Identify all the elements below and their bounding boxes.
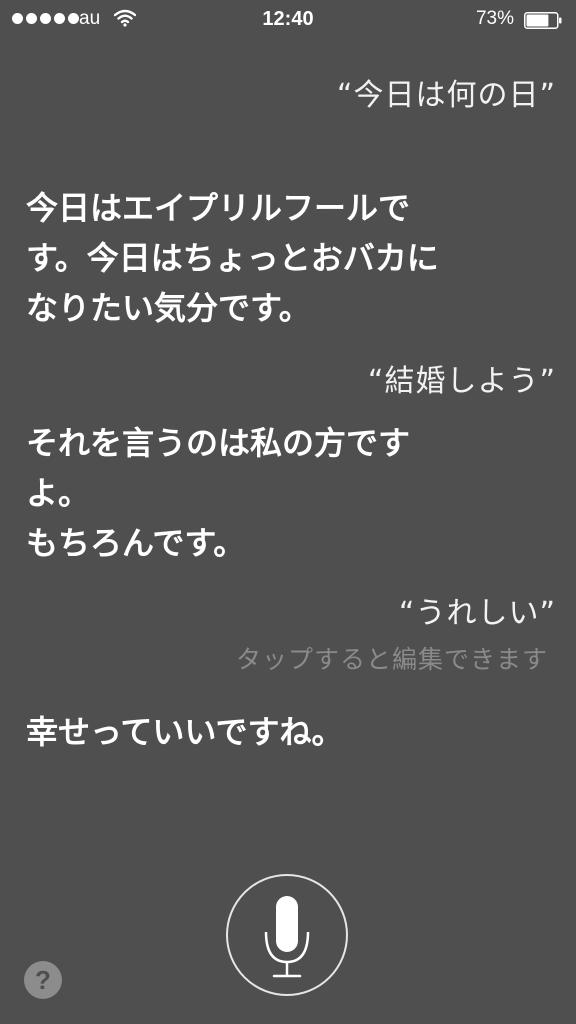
siri-response: 今日はエイプリルフールで す。今日はちょっとおバカに なりたい気分です。 [26,189,439,327]
battery-percent: 73% [475,8,514,29]
microphone-icon [264,896,310,978]
siri-response: それを言うのは私の方です よ。 もちろんです。 [26,424,411,562]
tap-to-edit-hint: タップすると編集できます [235,645,548,674]
microphone-button[interactable] [226,874,348,996]
user-utterance[interactable]: “結婚しよう” [368,356,556,400]
siri-screen: au 12:40 73% “今日は何の日” 今日はエイプリルフールで す。今日は… [0,0,576,1024]
user-utterance[interactable]: “うれしい” [399,588,556,632]
siri-response: 幸せっていいですね。 [26,713,344,751]
status-bar: au 12:40 73% [0,0,576,40]
user-utterance[interactable]: “今日は何の日” [337,70,556,114]
help-button[interactable]: ? [24,961,62,999]
battery-icon [524,12,562,29]
